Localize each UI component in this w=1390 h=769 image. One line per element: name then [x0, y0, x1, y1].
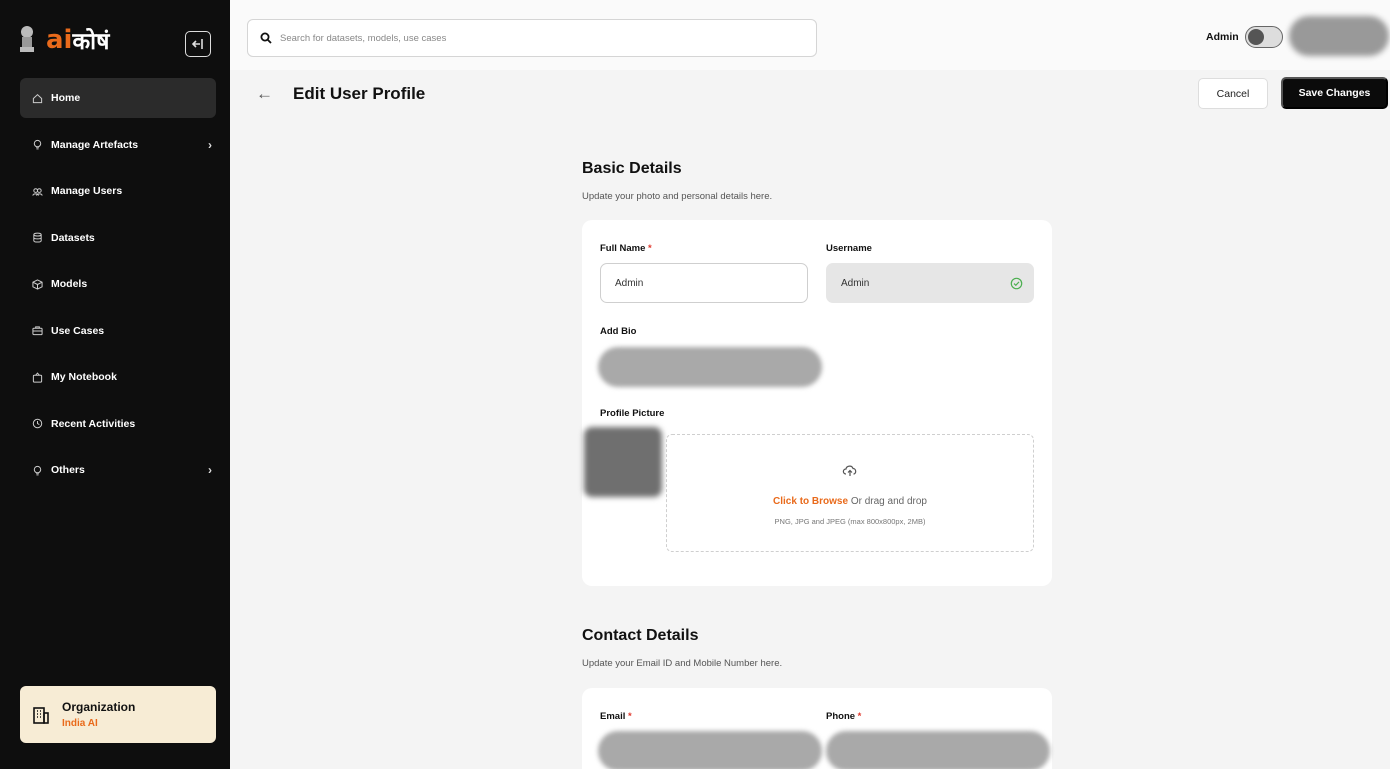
sidebar-item-label: Use Cases	[51, 324, 105, 337]
cancel-button[interactable]: Cancel	[1198, 78, 1268, 109]
sidebar-nav: Home Manage Artefacts › Manage Users Dat…	[20, 78, 216, 497]
drag-drop-text: Or drag and drop	[848, 496, 927, 507]
bio-input[interactable]	[598, 347, 822, 387]
contact-details-title: Contact Details	[582, 627, 699, 644]
phone-input[interactable]	[826, 731, 1050, 769]
full-name-value: Admin	[615, 277, 644, 289]
full-name-label: Full Name *	[600, 243, 652, 254]
email-label: Email *	[600, 711, 632, 722]
add-bio-label: Add Bio	[600, 326, 637, 337]
basic-details-subtitle: Update your photo and personal details h…	[582, 191, 773, 202]
top-bar: Admin	[230, 0, 1390, 70]
sidebar-item-label: Recent Activities	[51, 417, 136, 430]
full-name-input[interactable]: Admin	[600, 263, 808, 303]
chevron-right-icon: ›	[208, 137, 212, 152]
bulb-icon	[30, 138, 44, 152]
cube-icon	[30, 277, 44, 291]
search-bar[interactable]	[247, 19, 817, 57]
click-to-browse-link[interactable]: Click to Browse	[773, 496, 848, 507]
chevron-right-icon: ›	[208, 463, 212, 477]
collapse-icon	[191, 39, 203, 49]
sidebar-item-label: Models	[51, 278, 88, 290]
sidebar-item-label: Home	[51, 92, 81, 104]
email-input[interactable]	[598, 731, 822, 769]
profile-picture-label: Profile Picture	[600, 408, 665, 419]
sidebar-item-label: Datasets	[51, 231, 95, 244]
required-marker: *	[857, 711, 862, 722]
sidebar-item-label: Others	[51, 464, 85, 476]
upload-dropzone[interactable]: Click to Browse Or drag and drop PNG, JP…	[666, 434, 1034, 552]
notebook-icon	[30, 370, 44, 384]
organization-info: Organization India AI	[62, 700, 135, 729]
admin-toggle[interactable]	[1244, 26, 1283, 48]
phone-label-text: Phone	[826, 711, 856, 722]
username-label: Username	[826, 243, 872, 254]
username-value: Admin	[841, 277, 870, 289]
sidebar-item-my-notebook[interactable]: My Notebook	[20, 357, 216, 397]
user-menu-avatar[interactable]	[1289, 16, 1389, 56]
search-icon	[260, 32, 272, 44]
clock-icon	[30, 417, 44, 431]
sidebar-item-recent-activities[interactable]: Recent Activities	[20, 404, 216, 444]
sidebar-item-label: My Notebook	[51, 371, 117, 383]
phone-label: Phone *	[826, 711, 861, 722]
sidebar: ai कोषं Home Manage Artefacts › Manage U…	[0, 0, 230, 769]
sidebar-item-home[interactable]: Home	[20, 78, 216, 118]
cloud-upload-icon	[842, 465, 857, 476]
email-label-text: Email	[600, 711, 626, 722]
building-icon	[33, 706, 49, 724]
admin-mode-switch: Admin	[1206, 26, 1283, 48]
full-name-label-text: Full Name	[600, 243, 646, 254]
sidebar-item-manage-users[interactable]: Manage Users	[20, 171, 216, 211]
toggle-knob	[1247, 28, 1264, 45]
sidebar-item-label: Manage Users	[51, 185, 123, 197]
sidebar-item-manage-artefacts[interactable]: Manage Artefacts ›	[20, 125, 216, 165]
required-marker: *	[628, 711, 632, 722]
brand-logo[interactable]: ai कोषं	[18, 22, 109, 58]
sidebar-item-label: Manage Artefacts	[51, 138, 139, 151]
save-changes-button[interactable]: Save Changes	[1281, 77, 1388, 109]
upload-hint: PNG, JPG and JPEG (max 800x800px, 2MB)	[774, 517, 926, 526]
back-arrow-icon[interactable]: ←	[256, 84, 273, 104]
organization-card[interactable]: Organization India AI	[20, 686, 216, 743]
basic-details-title: Basic Details	[582, 160, 682, 177]
sidebar-item-datasets[interactable]: Datasets	[20, 218, 216, 258]
bulb-icon	[30, 463, 44, 477]
username-input: Admin	[826, 263, 1034, 303]
collapse-sidebar-button[interactable]	[185, 31, 211, 57]
page-title: Edit User Profile	[293, 84, 426, 103]
search-input[interactable]	[280, 32, 780, 44]
sidebar-item-others[interactable]: Others ›	[20, 450, 216, 490]
home-icon	[30, 91, 44, 105]
organization-name: India AI	[62, 718, 98, 729]
brand-kosh-text: कोषं	[72, 29, 110, 55]
database-icon	[30, 231, 44, 245]
profile-picture-preview	[584, 427, 662, 497]
organization-title: Organization	[62, 700, 136, 714]
check-circle-icon	[1010, 277, 1023, 290]
required-marker: *	[648, 243, 652, 254]
contact-details-subtitle: Update your Email ID and Mobile Number h…	[582, 658, 783, 669]
users-icon	[30, 184, 44, 198]
sidebar-item-models[interactable]: Models	[20, 264, 216, 304]
emblem-icon	[20, 26, 34, 52]
admin-label: Admin	[1206, 31, 1239, 43]
upload-instructions: Click to Browse Or drag and drop	[667, 496, 1033, 507]
briefcase-icon	[30, 324, 44, 338]
brand-ai-text: ai	[46, 25, 73, 55]
sidebar-item-use-cases[interactable]: Use Cases	[20, 311, 216, 351]
